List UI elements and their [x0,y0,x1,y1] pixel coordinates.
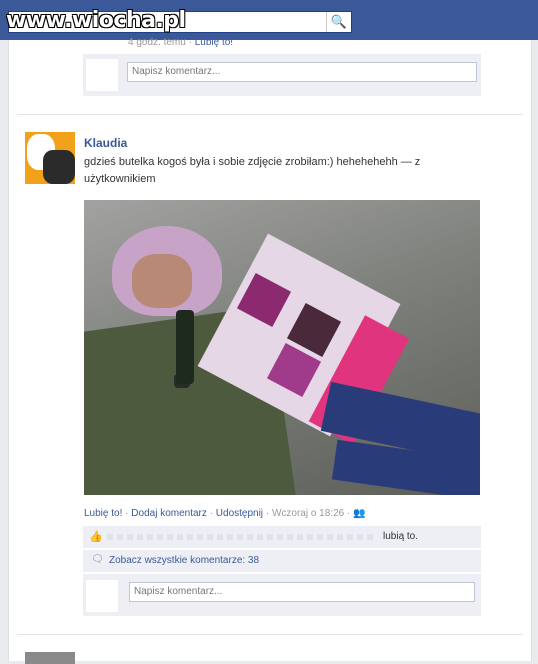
share-link[interactable]: Udostępnij [216,508,263,519]
post-time[interactable]: Wczoraj o 18:26 [272,508,344,519]
site-watermark: www.wiocha.pl [6,8,186,33]
likes-box: 👍 lubią to. [83,526,481,548]
divider [17,634,523,635]
divider [17,114,523,115]
author-avatar[interactable] [25,132,75,184]
blurred-names [107,534,377,540]
comment-input[interactable]: Napisz komentarz... [129,582,475,602]
search-icon[interactable]: 🔍 [326,12,351,32]
thumbs-up-icon: 👍 [89,531,103,543]
post-photo[interactable] [84,200,480,495]
post-time[interactable]: 4 godz. temu [128,37,186,48]
post-meta: 4 godz. temu · Lubię to! [128,37,234,48]
audience-icon: 👥 [353,508,366,519]
view-all-comments-link[interactable]: Zobacz wszystkie komentarze: 38 [109,555,259,566]
like-link[interactable]: Lubię to! [84,508,122,519]
comment-box: Napisz komentarz... [83,54,481,96]
like-link[interactable]: Lubię to! [195,37,233,48]
add-comment-link[interactable]: Dodaj komentarz [131,508,207,519]
avatar [85,579,119,613]
author-name[interactable]: Klaudia [84,136,127,150]
avatar [85,58,119,92]
view-all-comments[interactable]: 🗨 Zobacz wszystkie komentarze: 38 [83,550,481,572]
post-text: gdzieś butelka kogoś była i sobie zdjęci… [84,154,484,188]
post-text-content: gdzieś butelka kogoś była i sobie zdjęci… [84,156,421,185]
next-post-avatar[interactable] [25,652,75,664]
post-actions: Lubię to! · Dodaj komentarz · Udostępnij… [84,508,366,519]
likes-text: lubią to. [383,531,419,542]
comment-icon: 🗨 [91,554,104,565]
news-feed: 4 godz. temu · Lubię to! Napisz komentar… [8,37,532,664]
comment-input[interactable]: Napisz komentarz... [127,62,477,82]
comment-box: Napisz komentarz... [83,574,481,616]
